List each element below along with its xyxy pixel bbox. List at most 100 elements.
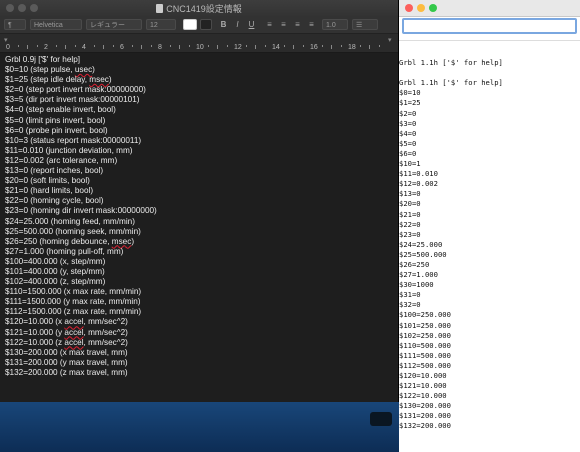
text-color-swatch[interactable] xyxy=(183,19,197,30)
underline-button[interactable]: U xyxy=(246,19,257,30)
spelling-mark: accel xyxy=(64,327,84,337)
serial-output-line: $3=0 xyxy=(399,118,417,128)
document-line: $11=0.010 (junction deviation, mm) xyxy=(5,145,133,155)
ruler-tick xyxy=(112,45,114,47)
paragraph-style-select[interactable]: ¶ xyxy=(4,19,26,30)
document-line: $5=0 (limit pins invert, bool) xyxy=(5,115,106,125)
ruler-tick xyxy=(141,45,142,49)
document-line: $130=200.000 (x max travel, mm) xyxy=(5,347,128,357)
document-line: $120=10.000 (x accel, mm/sec^2) xyxy=(5,317,128,327)
serial-output-line: $121=10.000 xyxy=(399,381,447,391)
ruler-tick xyxy=(17,45,19,47)
align-right-icon[interactable]: ≡ xyxy=(292,19,303,30)
serial-output-line: $120=10.000 xyxy=(399,371,447,380)
serial-output-line: $100=250.000 xyxy=(399,310,451,320)
ruler-tick xyxy=(179,45,180,49)
ruler-tick xyxy=(340,45,342,47)
document-line: $102=400.000 (z, step/mm) xyxy=(5,277,106,287)
justify-icon[interactable]: ≡ xyxy=(306,19,317,30)
right-margin-marker[interactable]: ▾ xyxy=(388,36,392,44)
serial-send-input[interactable] xyxy=(402,18,577,34)
document-line: $121=10.000 (y accel, mm/sec^2) xyxy=(5,327,128,337)
highlight-color-swatch[interactable] xyxy=(200,19,212,30)
ruler-tick xyxy=(93,45,95,47)
serial-output-line: Grbl 1.1h ['$' for help] xyxy=(399,78,503,88)
document-line: $25=500.000 (homing seek, mm/min) xyxy=(5,226,141,236)
ruler-number: 14 xyxy=(272,44,280,51)
list-style-select[interactable]: ☰ xyxy=(352,19,378,30)
serial-output-line: $1=25 xyxy=(399,98,421,108)
serial-output-line: $26=250 xyxy=(399,259,430,269)
document-line: $122=10.000 (z accel, mm/sec^2) xyxy=(5,337,128,347)
serial-output-line: $31=0 xyxy=(399,290,421,300)
document-line: $26=250 (homing debounce, msec) xyxy=(5,236,135,246)
serial-output-line: $0=10 xyxy=(399,88,421,98)
serial-output-line: $32=0 xyxy=(399,300,421,310)
document-line: $21=0 (hard limits, bool) xyxy=(5,186,94,196)
ruler-tick xyxy=(150,45,152,47)
serial-monitor-titlebar xyxy=(399,0,580,17)
ruler-tick xyxy=(207,45,209,47)
close-button[interactable] xyxy=(405,4,413,12)
serial-output-line: $22=0 xyxy=(399,219,421,229)
serial-output-line: $30=1000 xyxy=(399,280,434,290)
font-size-select[interactable]: 12 xyxy=(146,19,176,30)
serial-output-line: $24=25.000 xyxy=(399,239,443,249)
document-line: $132=200.000 (z max travel, mm) xyxy=(5,367,128,377)
document-text-area[interactable]: Grbl 0.9j ['$' for help] $0=10 (step puls… xyxy=(0,53,398,402)
ruler-tick xyxy=(302,45,304,47)
serial-output-line: $2=0 xyxy=(399,108,417,118)
document-line: $22=0 (homing cycle, bool) xyxy=(5,196,104,206)
ruler-number: 0 xyxy=(6,44,10,51)
ruler-tick xyxy=(188,45,190,47)
serial-output-line: $10=1 xyxy=(399,159,421,169)
document-line: $23=0 (homing dir invert mask:00000000) xyxy=(5,206,157,216)
serial-output-line: $5=0 xyxy=(399,138,417,148)
serial-output-line: $111=500.000 xyxy=(399,350,451,360)
left-tab-marker[interactable]: ▾ xyxy=(4,36,8,44)
ruler-number: 10 xyxy=(196,44,204,51)
ruler-number: 6 xyxy=(120,44,124,51)
align-center-icon[interactable]: ≡ xyxy=(278,19,289,30)
spelling-mark: accel xyxy=(64,317,84,327)
ruler-tick xyxy=(255,45,256,49)
document-line: $1=25 (step idle delay, msec) xyxy=(5,75,112,85)
font-weight-select[interactable]: レギュラー xyxy=(86,19,142,30)
minimize-button[interactable] xyxy=(417,4,425,12)
document-line: $4=0 (step enable invert, bool) xyxy=(5,105,116,115)
ruler-tick xyxy=(103,45,104,49)
window-title-text: CNC1419設定情報 xyxy=(166,4,242,14)
serial-output-line: $25=500.000 xyxy=(399,249,447,259)
ruler-tick xyxy=(321,45,323,47)
serial-output-line xyxy=(399,68,503,78)
line-spacing-select[interactable]: 1.0 xyxy=(322,19,348,30)
document-line: $24=25.000 (homing feed, mm/min) xyxy=(5,216,135,226)
ruler-tick xyxy=(55,45,57,47)
zoom-button[interactable] xyxy=(429,4,437,12)
serial-output-line: $110=500.000 xyxy=(399,340,451,350)
serial-output-line: $132=200.000 xyxy=(399,421,451,431)
ruler-tick xyxy=(293,45,294,49)
document-line: $110=1500.000 (x max rate, mm/min) xyxy=(5,287,142,297)
spelling-mark: usec xyxy=(74,65,93,75)
ruler-tick xyxy=(369,45,370,49)
serial-output-line: $27=1.000 xyxy=(399,270,438,280)
font-family-value: Helvetica xyxy=(34,22,63,29)
bold-button[interactable]: B xyxy=(218,19,229,30)
font-family-select[interactable]: Helvetica xyxy=(30,19,82,30)
serial-output-line: $112=500.000 xyxy=(399,360,451,370)
align-left-icon[interactable]: ≡ xyxy=(264,19,275,30)
ruler-tick xyxy=(226,45,228,47)
italic-button[interactable]: I xyxy=(232,19,243,30)
document-line: $6=0 (probe pin invert, bool) xyxy=(5,125,108,135)
document-line: $112=1500.000 (z max rate, mm/min) xyxy=(5,307,142,317)
document-line: $27=1.000 (homing pull-off, mm) xyxy=(5,246,124,256)
spelling-mark: msec xyxy=(111,236,132,246)
ruler-tick xyxy=(264,45,266,47)
ruler-number: 16 xyxy=(310,44,318,51)
serial-output-line: $13=0 xyxy=(399,189,421,199)
ruler-tick xyxy=(359,45,361,47)
serial-output-line: $122=10.000 xyxy=(399,391,447,401)
ruler-tick xyxy=(331,45,332,49)
ruler[interactable]: ▾ ▾ 0 2 4 6 8 10 12 14 16 18 xyxy=(0,34,398,53)
